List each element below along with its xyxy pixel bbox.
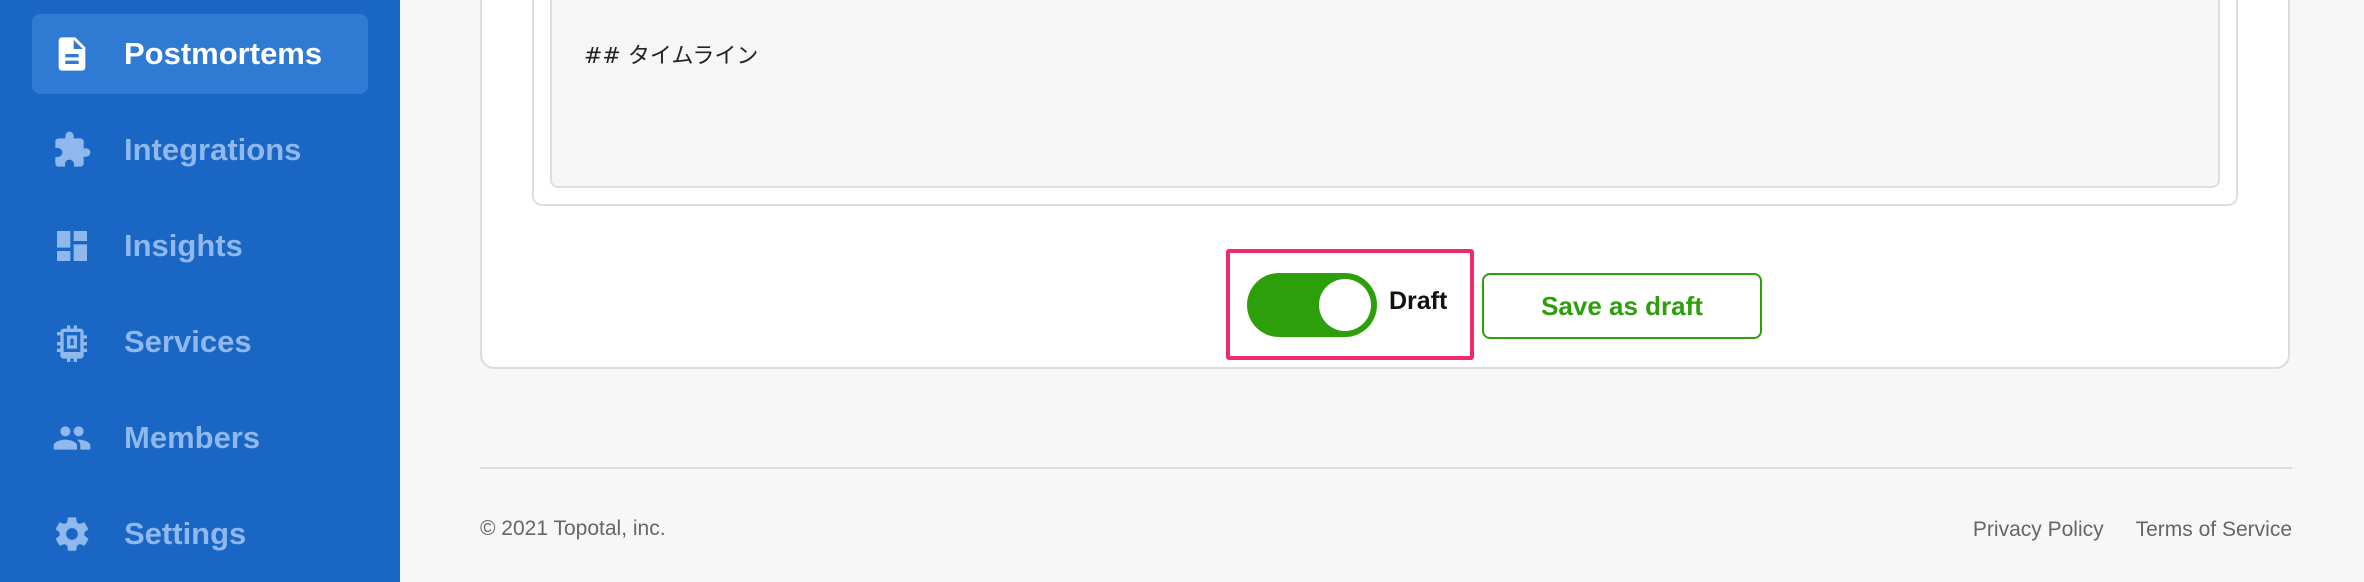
sidebar-item-insights[interactable]: Insights	[32, 206, 368, 286]
sidebar-item-integrations[interactable]: Integrations	[32, 110, 368, 190]
toggle-knob	[1319, 279, 1371, 331]
editor-container: ## タイムライン	[532, 0, 2238, 206]
dashboard-icon	[50, 224, 94, 268]
copyright-text: © 2021 Topotal, inc.	[480, 517, 666, 540]
footer-links: Privacy Policy Terms of Service	[1973, 518, 2292, 542]
footer-divider	[480, 467, 2292, 469]
gear-icon	[50, 512, 94, 556]
draft-toggle-label: Draft	[1389, 287, 1448, 315]
terms-of-service-link[interactable]: Terms of Service	[2136, 518, 2292, 542]
markdown-editor[interactable]: ## タイムライン	[550, 0, 2220, 188]
people-icon	[50, 416, 94, 460]
sidebar: Postmortems Integrations Insights Servic…	[0, 0, 400, 582]
sidebar-item-postmortems[interactable]: Postmortems	[32, 14, 368, 94]
chip-icon	[50, 320, 94, 364]
sidebar-item-label: Postmortems	[124, 36, 323, 71]
sidebar-item-label: Members	[124, 420, 261, 455]
sidebar-item-label: Insights	[124, 228, 243, 263]
sidebar-item-settings[interactable]: Settings	[32, 494, 368, 574]
puzzle-icon	[50, 128, 94, 172]
editor-content[interactable]: ## タイムライン	[584, 38, 758, 70]
draft-toggle-switch[interactable]	[1247, 273, 1377, 337]
save-as-draft-button[interactable]: Save as draft	[1482, 273, 1762, 339]
document-icon	[50, 32, 94, 76]
sidebar-item-label: Integrations	[124, 132, 302, 167]
sidebar-item-label: Settings	[124, 516, 247, 551]
sidebar-item-services[interactable]: Services	[32, 302, 368, 382]
sidebar-item-members[interactable]: Members	[32, 398, 368, 478]
sidebar-item-label: Services	[124, 324, 252, 359]
privacy-policy-link[interactable]: Privacy Policy	[1973, 518, 2104, 542]
